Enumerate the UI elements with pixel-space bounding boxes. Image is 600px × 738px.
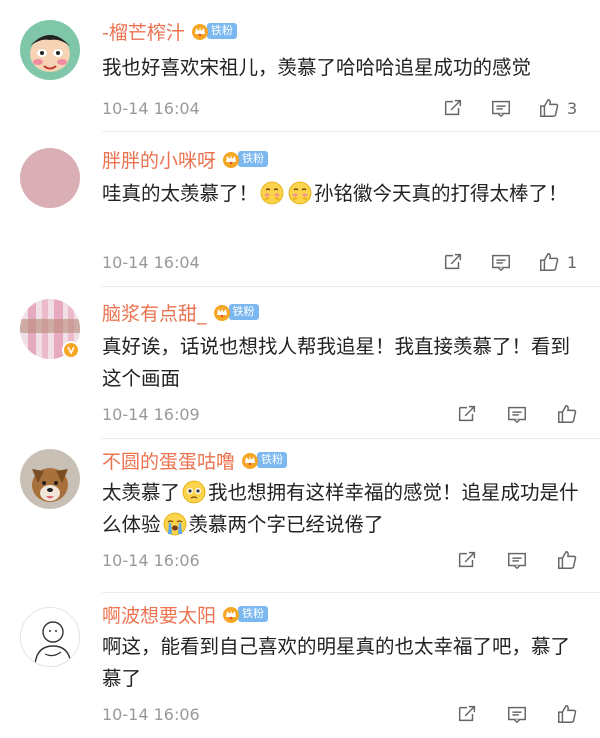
timestamp: 10-14 16:06 — [102, 704, 200, 724]
comment-icon[interactable] — [505, 548, 529, 572]
action-bar: 1 — [441, 249, 577, 275]
blush-emoji-icon — [288, 181, 312, 205]
comment-icon[interactable] — [489, 250, 513, 274]
pitiful-emoji-icon — [182, 480, 206, 504]
fan-badge: 铁粉 — [222, 149, 269, 169]
line-drawing-avatar-icon[interactable] — [20, 607, 80, 667]
comment-text: 太羡慕了 我也想拥有这样幸福的感觉！追星成功是什么体验 羡慕两个字已经说倦了 — [102, 477, 588, 541]
name-row: 不圆的蛋蛋咕噜 铁粉 — [102, 445, 288, 475]
comment-item: -榴芒榨汁 铁粉 我也好喜欢宋祖儿，羡慕了哈哈哈追星成功的感觉 10-14 16… — [0, 0, 600, 132]
fan-badge: 铁粉 — [213, 302, 259, 322]
share-icon[interactable] — [441, 96, 465, 120]
pink-circle-avatar-icon[interactable] — [20, 148, 80, 208]
username[interactable]: 不圆的蛋蛋咕噜 — [102, 447, 235, 474]
like-count: 3 — [567, 98, 578, 118]
blush-emoji-icon — [260, 181, 284, 205]
comment-text-part: 孙铭徽今天真的打得太棒了！ — [314, 182, 568, 205]
comment-text-part: 哇真的太羡慕了！ — [102, 182, 259, 205]
timestamp: 10-14 16:04 — [102, 98, 200, 118]
like-icon[interactable] — [555, 402, 579, 426]
dog-photo-avatar-icon[interactable] — [20, 449, 80, 509]
crown-icon — [222, 605, 240, 623]
share-icon[interactable] — [455, 402, 479, 426]
like-count: 1 — [567, 252, 578, 272]
timestamp: 10-14 16:09 — [102, 404, 200, 424]
share-icon[interactable] — [441, 250, 465, 274]
verified-badge-icon — [62, 341, 80, 359]
timestamp: 10-14 16:06 — [102, 550, 200, 570]
share-icon[interactable] — [455, 702, 479, 726]
username[interactable]: 胖胖的小咪呀 — [102, 146, 216, 173]
comment-text: 哇真的太羡慕了！ 孙铭徽今天真的打得太棒了！ — [102, 178, 588, 210]
comment-item: 不圆的蛋蛋咕噜 铁粉 太羡慕了 我也想拥有这样幸福的感觉！追星成功是什么体验 羡慕两… — [0, 439, 600, 593]
like-icon[interactable] — [537, 250, 561, 274]
fan-badge-label: 铁粉 — [206, 23, 237, 39]
action-bar: 3 — [441, 95, 577, 121]
name-row: -榴芒榨汁 铁粉 — [102, 16, 237, 46]
fan-badge-label: 铁粉 — [228, 304, 259, 320]
comment-list: -榴芒榨汁 铁粉 我也好喜欢宋祖儿，羡慕了哈哈哈追星成功的感觉 10-14 16… — [0, 0, 600, 738]
fan-badge: 铁粉 — [191, 21, 237, 41]
action-bar — [455, 547, 579, 573]
fan-badge: 铁粉 — [241, 450, 288, 470]
username[interactable]: 脑浆有点甜_ — [102, 299, 207, 326]
share-icon[interactable] — [455, 548, 479, 572]
comment-item: 啊波想要太阳 铁粉 啊这，能看到自己喜欢的明星真的也太幸福了吧，慕了慕了 10-… — [0, 593, 600, 738]
like-icon[interactable] — [555, 548, 579, 572]
name-row: 胖胖的小咪呀 铁粉 — [102, 144, 269, 174]
fan-badge-label: 铁粉 — [238, 151, 269, 167]
username[interactable]: -榴芒榨汁 — [102, 18, 185, 45]
crown-icon — [213, 303, 231, 321]
name-row: 啊波想要太阳 铁粉 — [102, 599, 269, 629]
comment-item: 胖胖的小咪呀 铁粉 哇真的太羡慕了！ 孙铭徽今天真的打得太棒了！ 10-14 16… — [0, 132, 600, 287]
comment-icon[interactable] — [505, 402, 529, 426]
comment-text-part: 太羡慕了 — [102, 481, 181, 504]
fan-badge: 铁粉 — [222, 604, 269, 624]
comment-text-part: 羡慕两个字已经说倦了 — [188, 513, 384, 536]
comment-text: 啊这，能看到自己喜欢的明星真的也太幸福了吧，慕了慕了 — [102, 635, 571, 690]
name-row: 脑浆有点甜_ 铁粉 — [102, 297, 259, 327]
crown-icon — [222, 150, 240, 168]
username[interactable]: 啊波想要太阳 — [102, 601, 216, 628]
action-bar — [455, 401, 579, 427]
fan-badge-label: 铁粉 — [238, 606, 269, 622]
crown-icon — [241, 451, 259, 469]
comment-text: 真好诶，话说也想找人帮我追星！我直接羡慕了！看到这个画面 — [102, 335, 571, 390]
fan-badge-label: 铁粉 — [257, 452, 288, 468]
like-icon[interactable] — [555, 702, 579, 726]
crown-icon — [191, 22, 209, 40]
action-bar — [455, 701, 579, 727]
crying-emoji-icon — [163, 512, 187, 536]
timestamp: 10-14 16:04 — [102, 252, 200, 272]
like-icon[interactable] — [537, 96, 561, 120]
cartoon-boy-avatar-icon[interactable] — [20, 20, 80, 80]
comment-text: 我也好喜欢宋祖儿，羡慕了哈哈哈追星成功的感觉 — [102, 56, 532, 79]
comment-icon[interactable] — [489, 96, 513, 120]
comment-item: 脑浆有点甜_ 铁粉 真好诶，话说也想找人帮我追星！我直接羡慕了！看到这个画面 1… — [0, 287, 600, 439]
comment-icon[interactable] — [505, 702, 529, 726]
